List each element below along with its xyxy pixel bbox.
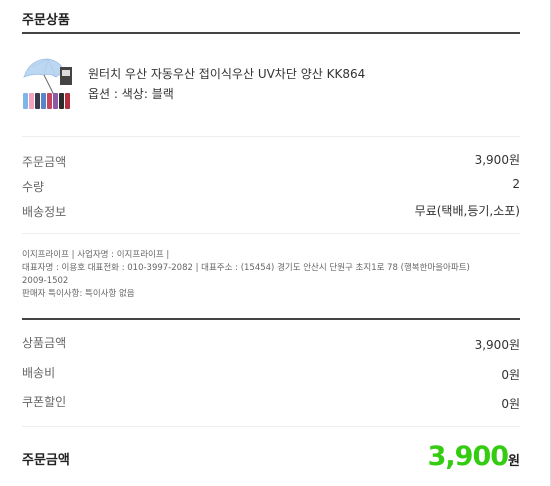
section-divider: [22, 32, 520, 34]
divider: [22, 136, 520, 137]
total-order-amount: 3,900원: [428, 441, 520, 472]
coupon-discount-value: 0원: [501, 397, 520, 411]
total-amount-unit: 원: [508, 454, 520, 469]
shipping-fee-value: 0원: [501, 368, 520, 382]
product-amount-label: 상품금액: [22, 336, 67, 350]
order-amount-value: 3,900원: [474, 153, 520, 167]
section-divider: [22, 318, 520, 320]
shipping-info-value: 무료(택배,등기,소포): [414, 204, 520, 218]
product-option: 옵션 : 색상: 블랙: [88, 87, 174, 101]
total-amount-number: 3,900: [427, 441, 509, 472]
order-products-title: 주문상품: [22, 13, 70, 28]
order-amount-label: 주문금액: [22, 155, 67, 169]
divider: [22, 426, 520, 427]
quantity-value: 2: [512, 177, 520, 191]
total-order-amount-label: 주문금액: [22, 453, 70, 468]
shipping-info-label: 배송정보: [22, 205, 67, 219]
quantity-label: 수량: [22, 180, 45, 194]
seller-info: 이지프라이프 | 사업자명 : 이지프라이프 | 대표자명 : 이용호 대표전화…: [22, 249, 522, 301]
product-amount-value: 3,900원: [474, 338, 520, 352]
shipping-fee-label: 배송비: [22, 366, 56, 380]
seller-address-line: 2009-1502: [22, 276, 69, 286]
umbrella-product-image: [23, 58, 72, 109]
divider: [22, 233, 520, 234]
product-thumbnail[interactable]: [20, 55, 78, 113]
seller-name-line: 이지프라이프 | 사업자명 : 이지프라이프 |: [22, 250, 170, 260]
seller-contact-line: 대표자명 : 이용호 대표전화 : 010-3997-2082 | 대표주소 :…: [22, 263, 470, 273]
order-summary-panel: 주문상품 원터치 우산 자동우산 접이식우산 UV차단 양산 KK864 옵션 …: [0, 0, 551, 486]
seller-notes-line: 판매자 특이사항: 특이사항 없음: [22, 289, 135, 299]
product-name-link[interactable]: 원터치 우산 자동우산 접이식우산 UV차단 양산 KK864: [88, 65, 365, 82]
coupon-discount-label: 쿠폰할인: [22, 395, 67, 409]
